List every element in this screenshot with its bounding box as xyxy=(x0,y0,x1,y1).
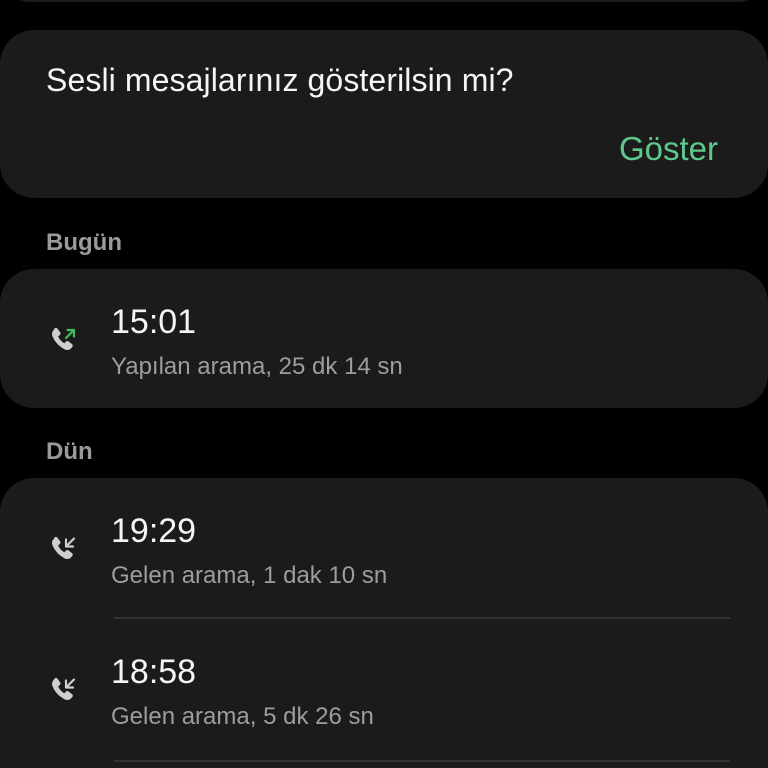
call-detail: Gelen arama, 5 dk 26 sn xyxy=(111,703,374,730)
outgoing-call-icon xyxy=(48,323,82,357)
incoming-call-icon xyxy=(48,532,82,566)
call-time: 19:29 xyxy=(111,512,197,550)
voicemail-prompt-text: Sesli mesajlarınız gösterilsin mi? xyxy=(46,62,514,98)
call-log-item[interactable]: 19:29 Gelen arama, 1 dak 10 sn xyxy=(0,482,768,612)
call-time: 15:01 xyxy=(111,303,197,341)
show-voicemail-button[interactable]: Göster xyxy=(619,130,718,168)
yesterday-calls-card: 19:29 Gelen arama, 1 dak 10 sn 18:58 Gel… xyxy=(0,478,768,768)
voicemail-prompt-card xyxy=(0,30,768,198)
divider xyxy=(114,617,730,619)
divider xyxy=(114,760,730,762)
call-time: 18:58 xyxy=(111,653,197,691)
call-detail: Yapılan arama, 25 dk 14 sn xyxy=(111,353,403,380)
section-header-yesterday: Dün xyxy=(46,438,93,465)
call-detail: Gelen arama, 1 dak 10 sn xyxy=(111,562,388,589)
call-log-item[interactable]: 15:01 Yapılan arama, 25 dk 14 sn xyxy=(0,273,768,403)
today-calls-card: 15:01 Yapılan arama, 25 dk 14 sn xyxy=(0,269,768,408)
call-log-item[interactable]: 18:58 Gelen arama, 5 dk 26 sn xyxy=(0,623,768,753)
section-header-today: Bugün xyxy=(46,229,122,256)
incoming-call-icon xyxy=(48,673,82,707)
previous-card xyxy=(0,0,768,2)
call-history-screen: Sesli mesajlarınız gösterilsin mi? Göste… xyxy=(0,0,768,768)
